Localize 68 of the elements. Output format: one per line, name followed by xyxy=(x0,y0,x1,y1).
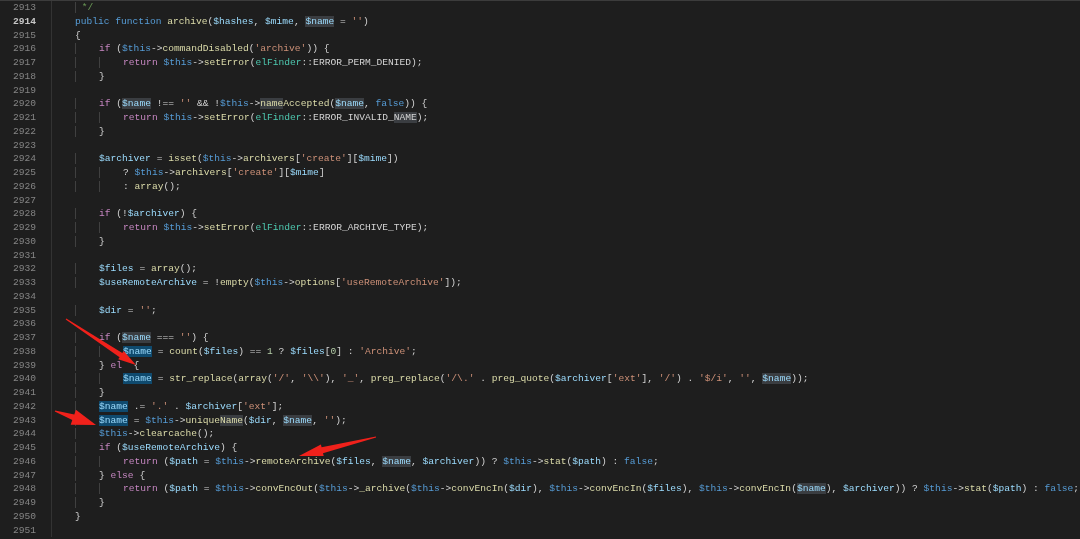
line-number: 2914 xyxy=(11,14,36,29)
code-line: $files = array(); xyxy=(52,262,197,276)
line-number: 2932 xyxy=(11,262,36,276)
code-line: $archiver = isset($this->archivers['create'][$mime]) xyxy=(52,152,399,166)
code-line: } xyxy=(52,124,105,139)
line-number: 2939 xyxy=(11,358,36,373)
code-line: $name = str_replace(array('/', '\\'), '_', preg_replace('/\.' . preg_quote($archiver['ext'], '/') . '$/i', '', $name)); xyxy=(52,372,809,386)
code-line: return $this->setError(elFinder::ERROR_PERM_DENIED); xyxy=(52,56,423,70)
line-number: 2934 xyxy=(11,289,36,304)
line-number: 2921 xyxy=(11,111,36,125)
code-line: : array(); xyxy=(52,179,181,194)
code-line: public function archive($hashes, $mime, $name = '') xyxy=(74,14,369,29)
code-line: $dir = ''; xyxy=(52,303,157,318)
line-number: 2936 xyxy=(11,317,36,331)
code-line: return $this->setError(elFinder::ERROR_INVALID_NAME); xyxy=(52,111,429,125)
code-line: return $this->setError(elFinder::ERROR_ARCHIVE_TYPE); xyxy=(52,221,429,235)
line-number: 2926 xyxy=(11,179,36,194)
line-number: 2916 xyxy=(11,42,36,56)
code-line: if (!$archiver) { xyxy=(52,207,197,221)
line-number: 2935 xyxy=(11,303,36,318)
line-number: 2923 xyxy=(11,138,36,153)
line-number: 2942 xyxy=(11,399,36,414)
line-number: 2944 xyxy=(11,427,36,441)
line-number: 2915 xyxy=(11,28,36,43)
line-number: 2924 xyxy=(11,152,36,166)
code-line: } xyxy=(52,234,105,249)
line-number: 2917 xyxy=(11,56,36,70)
line-number: 2950 xyxy=(11,509,36,524)
code-line: if ($name !== '' && !$this->nameAccepted($name, false)) { xyxy=(52,97,428,111)
code-line: } el { xyxy=(52,358,140,373)
line-number: 2920 xyxy=(11,97,36,111)
code-line: } xyxy=(52,69,105,84)
code-line: } else { xyxy=(52,468,146,483)
line-number: 2945 xyxy=(11,441,36,455)
line-number: 2930 xyxy=(11,234,36,249)
line-number: 2948 xyxy=(11,482,36,496)
line-number: 2925 xyxy=(11,166,36,180)
code-line: $useRemoteArchive = !empty($this->options['useRemoteArchive']); xyxy=(52,276,462,290)
line-number: 2933 xyxy=(11,276,36,290)
line-number: 2928 xyxy=(11,207,36,221)
line-number: 2947 xyxy=(11,468,36,483)
code-line: $name .= '.' . $archiver['ext']; xyxy=(52,399,284,414)
line-number: 2918 xyxy=(11,69,36,84)
code-line: } xyxy=(52,496,105,510)
code-line: if ($this->commandDisabled('archive')) { xyxy=(52,42,330,56)
code-line: { xyxy=(74,28,81,43)
line-number: 2946 xyxy=(11,454,36,469)
line-number: 2941 xyxy=(11,386,36,400)
line-number: 2943 xyxy=(11,413,36,428)
line-number: 2927 xyxy=(11,193,36,208)
code-line: } xyxy=(74,509,81,524)
code-line: */ xyxy=(52,1,94,15)
line-number: 2913 xyxy=(11,1,36,15)
line-number: 2922 xyxy=(11,124,36,139)
line-number: 2919 xyxy=(11,83,36,98)
code-line: if ($useRemoteArchive) { xyxy=(52,441,238,455)
line-number: 2949 xyxy=(11,496,36,510)
line-number: 2929 xyxy=(11,221,36,235)
line-number: 2951 xyxy=(11,523,36,538)
line-number: 2938 xyxy=(11,344,36,359)
line-number: 2940 xyxy=(11,372,36,386)
code-line: $this->clearcache(); xyxy=(52,427,215,441)
annotation-arrow xyxy=(54,409,96,425)
line-number: 2931 xyxy=(11,248,36,263)
code-line: } xyxy=(52,386,105,400)
code-line: return ($path = $this->convEncOut($this->_archive($this->convEncIn($dir), $this->convEncIn($files), $this->convEncIn($name), $archiver)) ? $this->stat($path) : false; xyxy=(52,482,1080,496)
code-line: ? $this->archivers['create'][$mime] xyxy=(52,166,325,180)
line-number: 2937 xyxy=(11,331,36,345)
